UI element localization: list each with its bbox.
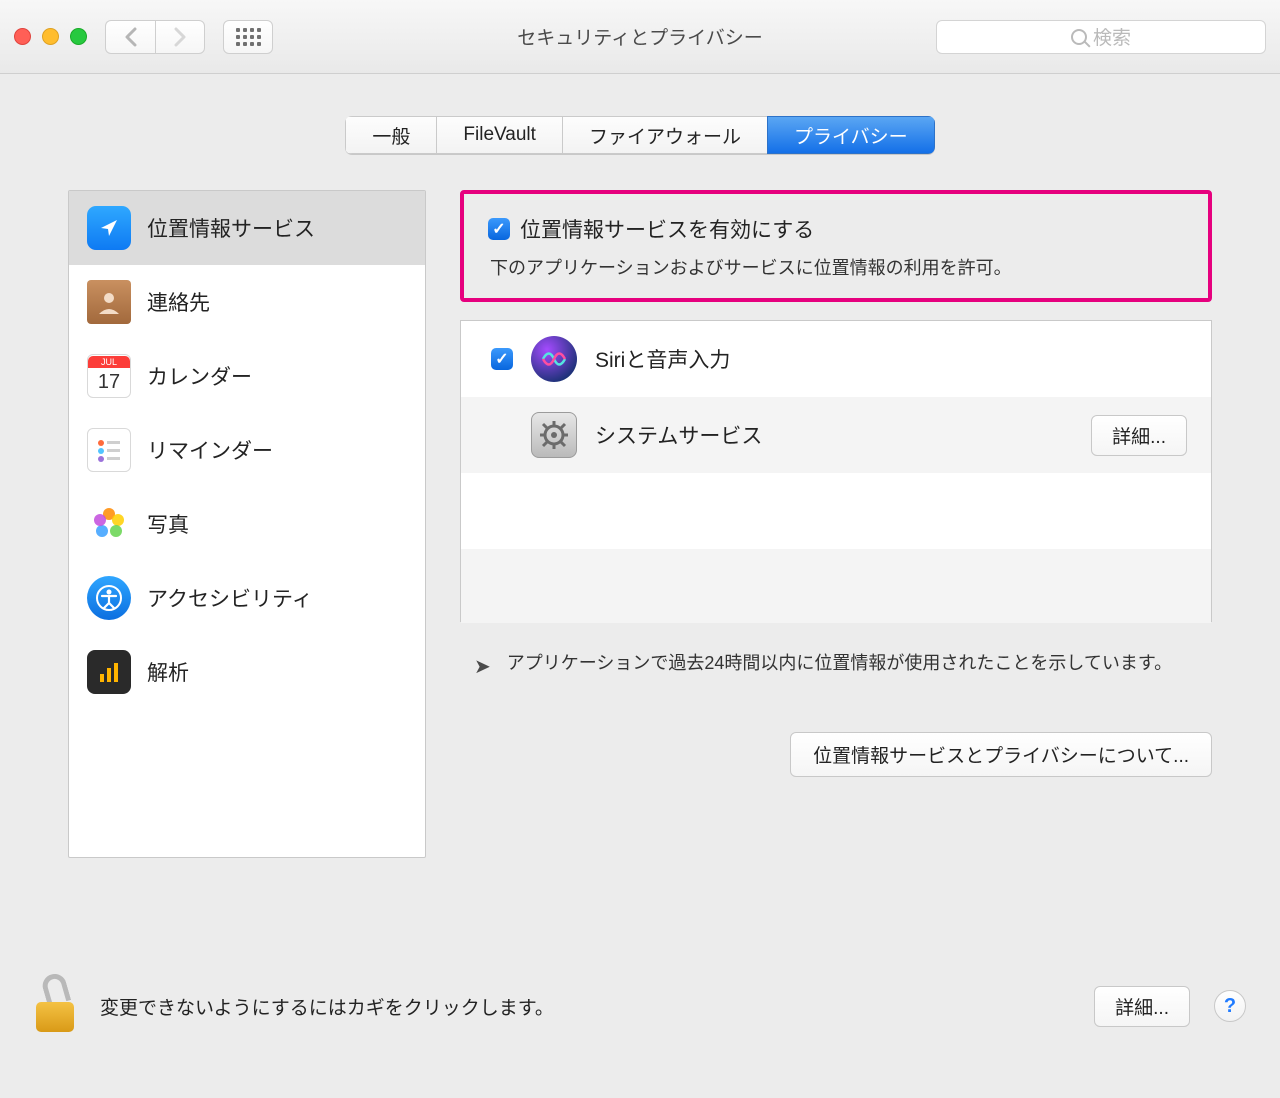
app-row-empty xyxy=(461,473,1211,549)
app-siri-checkbox[interactable] xyxy=(491,348,513,370)
app-row-siri: Siriと音声入力 xyxy=(461,321,1211,397)
enable-location-description: 下のアプリケーションおよびサービスに位置情報の利用を許可。 xyxy=(490,254,1184,280)
tab-privacy[interactable]: プライバシー xyxy=(767,116,935,154)
window-title: セキュリティとプライバシー xyxy=(517,23,762,50)
sidebar-item-label: 写真 xyxy=(147,509,189,539)
sidebar-item-photos[interactable]: 写真 xyxy=(69,487,425,561)
advanced-button[interactable]: 詳細... xyxy=(1094,986,1190,1027)
close-icon[interactable] xyxy=(14,28,31,45)
sidebar-item-label: 解析 xyxy=(147,657,189,687)
enable-location-checkbox[interactable] xyxy=(488,218,510,240)
calendar-month: JUL xyxy=(88,356,130,368)
search-placeholder: 検索 xyxy=(1093,23,1131,50)
zoom-icon[interactable] xyxy=(70,28,87,45)
show-all-prefs-button[interactable] xyxy=(223,20,273,54)
sidebar-item-label: リマインダー xyxy=(147,435,273,465)
app-row-label: システムサービス xyxy=(595,420,762,450)
tab-bar: 一般 FileVault ファイアウォール プライバシー xyxy=(0,74,1280,154)
siri-icon xyxy=(531,336,577,382)
enable-location-label: 位置情報サービスを有効にする xyxy=(520,214,814,244)
calendar-day: 17 xyxy=(98,368,120,396)
forward-button[interactable] xyxy=(155,20,205,54)
app-row-system-services: システムサービス 詳細... xyxy=(461,397,1211,473)
sidebar-item-accessibility[interactable]: アクセシビリティ xyxy=(69,561,425,635)
enable-location-highlight: 位置情報サービスを有効にする 下のアプリケーションおよびサービスに位置情報の利用… xyxy=(460,190,1212,302)
accessibility-icon xyxy=(87,576,131,620)
contacts-icon xyxy=(87,280,131,324)
titlebar: セキュリティとプライバシー 検索 xyxy=(0,0,1280,74)
legend-text: アプリケーションで過去24時間以内に位置情報が使用されたことを示しています。 xyxy=(507,648,1172,684)
minimize-icon[interactable] xyxy=(42,28,59,45)
gear-icon xyxy=(531,412,577,458)
about-location-privacy-button[interactable]: 位置情報サービスとプライバシーについて... xyxy=(790,732,1212,777)
location-app-list: Siriと音声入力 システムサービス 詳細... xyxy=(460,320,1212,622)
tab-firewall[interactable]: ファイアウォール xyxy=(562,116,767,154)
back-button[interactable] xyxy=(105,20,155,54)
search-icon xyxy=(1071,29,1087,45)
window-controls xyxy=(14,28,87,45)
help-button[interactable]: ? xyxy=(1214,990,1246,1022)
sidebar-item-analytics[interactable]: 解析 xyxy=(69,635,425,709)
search-input[interactable]: 検索 xyxy=(936,20,1266,54)
sidebar-item-location-services[interactable]: 位置情報サービス xyxy=(69,191,425,265)
location-icon xyxy=(87,206,131,250)
lock-icon[interactable] xyxy=(34,980,76,1032)
recent-usage-legend: ➤ アプリケーションで過去24時間以内に位置情報が使用されたことを示しています。 xyxy=(460,622,1212,684)
calendar-icon: JUL 17 xyxy=(87,354,131,398)
sidebar-item-reminders[interactable]: リマインダー xyxy=(69,413,425,487)
sidebar-item-label: カレンダー xyxy=(147,361,252,391)
location-arrow-icon: ➤ xyxy=(474,648,491,684)
system-services-details-button[interactable]: 詳細... xyxy=(1091,415,1187,456)
nav-group xyxy=(105,20,205,54)
app-row-empty xyxy=(461,549,1211,623)
sidebar-item-contacts[interactable]: 連絡先 xyxy=(69,265,425,339)
sidebar-item-calendar[interactable]: JUL 17 カレンダー xyxy=(69,339,425,413)
reminders-icon xyxy=(87,428,131,472)
photos-icon xyxy=(87,502,131,546)
grid-icon xyxy=(236,28,261,46)
tab-general[interactable]: 一般 xyxy=(345,116,436,154)
privacy-category-sidebar: 位置情報サービス 連絡先 JUL 17 カレンダー リマインダ xyxy=(68,190,426,858)
lock-hint-text: 変更できないようにするにはカギをクリックします。 xyxy=(100,993,1070,1020)
app-row-label: Siriと音声入力 xyxy=(595,344,730,374)
sidebar-item-label: 連絡先 xyxy=(147,287,210,317)
tab-filevault[interactable]: FileVault xyxy=(436,116,562,154)
sidebar-item-label: アクセシビリティ xyxy=(147,583,313,613)
sidebar-item-label: 位置情報サービス xyxy=(147,213,315,243)
analytics-icon xyxy=(87,650,131,694)
